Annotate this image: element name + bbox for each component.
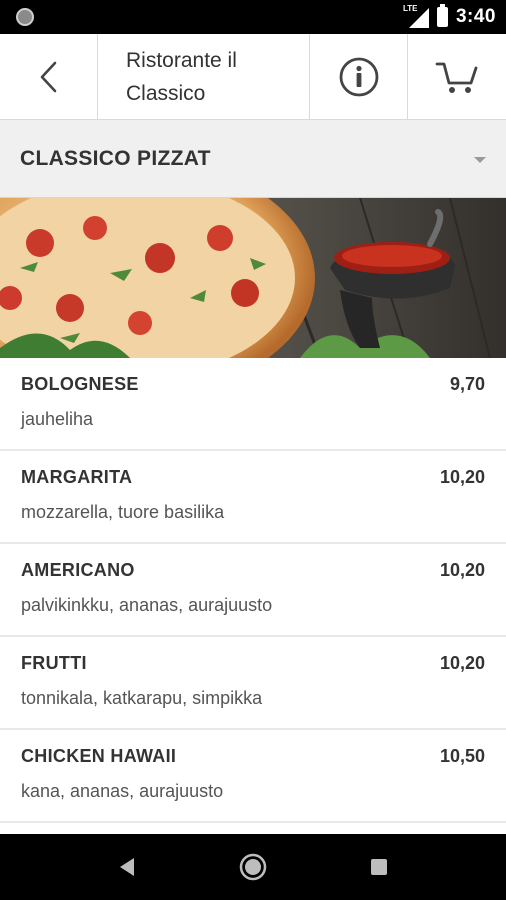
signal-icon: LTE [403, 4, 429, 28]
recents-square-icon[interactable] [364, 852, 394, 882]
item-price: 9,70 [449, 374, 485, 394]
item-description: mozzarella, tuore basilika [21, 502, 225, 522]
battery-icon [436, 4, 448, 27]
system-nav-bar [0, 834, 506, 900]
item-price: 10,50 [439, 746, 485, 766]
status-icons: LTE 3:40 [403, 0, 496, 34]
item-name: MARGARITA [21, 467, 133, 487]
category-banner-image [0, 198, 506, 358]
item-description: palvikinkku, ananas, aurajuusto [21, 595, 273, 615]
item-description: kana, ananas, aurajuusto [21, 781, 224, 801]
back-triangle-icon[interactable] [112, 852, 142, 882]
menu-list: BOLOGNESE 9,70 jauheliha MARGARITA 10,20… [0, 358, 506, 823]
item-name: CHICKEN HAWAII [21, 746, 177, 766]
cart-button[interactable] [408, 34, 506, 120]
item-price: 10,20 [439, 560, 485, 580]
pizza-and-sauce-photo [0, 198, 506, 358]
category-selector[interactable]: CLASSICO PIZZAT [0, 120, 506, 198]
status-time: 3:40 [455, 6, 496, 27]
item-name: FRUTTI [21, 653, 87, 673]
notification-icon [16, 8, 34, 26]
restaurant-title-cell: Ristorante il Classico [98, 34, 310, 120]
category-label: CLASSICO PIZZAT [20, 146, 211, 170]
item-name: AMERICANO [21, 560, 135, 580]
item-price: 10,20 [439, 653, 485, 673]
app-bar: Ristorante il Classico [0, 34, 506, 120]
menu-item[interactable]: CHICKEN HAWAII 10,50 kana, ananas, auraj… [0, 730, 506, 823]
item-name: BOLOGNESE [21, 374, 139, 394]
home-circle-icon[interactable] [238, 852, 268, 882]
chevron-left-icon [40, 61, 56, 93]
status-bar: LTE 3:40 [0, 0, 506, 34]
menu-item[interactable]: FRUTTI 10,20 tonnikala, katkarapu, simpi… [0, 637, 506, 730]
info-button[interactable] [310, 34, 408, 120]
restaurant-title: Ristorante il Classico [126, 49, 237, 105]
item-description: tonnikala, katkarapu, simpikka [21, 688, 263, 708]
info-icon [339, 57, 378, 97]
item-price: 10,20 [439, 467, 485, 487]
cart-icon [435, 62, 478, 93]
menu-item[interactable]: MARGARITA 10,20 mozzarella, tuore basili… [0, 451, 506, 544]
caret-down-icon [474, 157, 486, 163]
menu-item[interactable]: AMERICANO 10,20 palvikinkku, ananas, aur… [0, 544, 506, 637]
item-description: jauheliha [21, 409, 94, 429]
back-button[interactable] [0, 34, 98, 120]
menu-item[interactable]: BOLOGNESE 9,70 jauheliha [0, 358, 506, 451]
